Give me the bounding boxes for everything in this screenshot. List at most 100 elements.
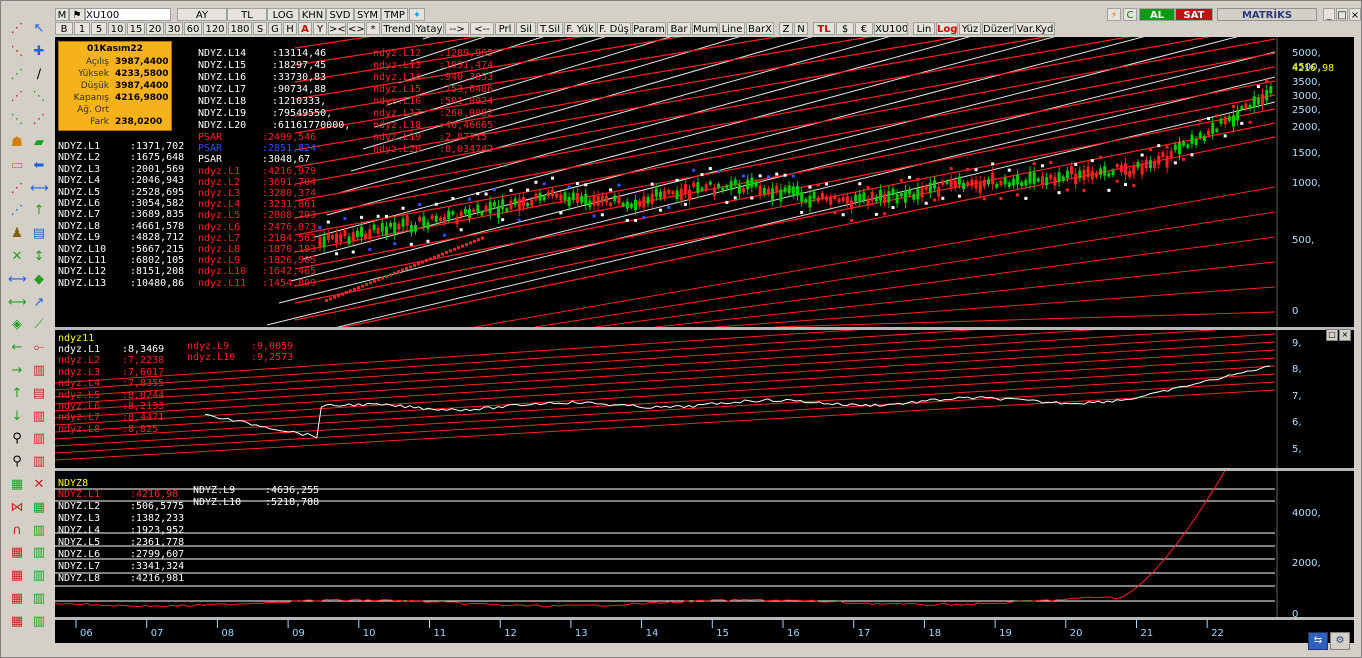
toolbar-btn-13[interactable]: A [298, 22, 312, 35]
drawing-tool-icon-6[interactable]: ⋰ [8, 88, 26, 106]
toolbar-btn-log[interactable]: LOG [267, 8, 299, 21]
drawing-tool-icon-28[interactable]: ← [8, 339, 26, 357]
drawing-tool-icon-3[interactable]: ✚ [30, 43, 48, 61]
toolbar-btn-7[interactable]: 60 [184, 22, 202, 35]
toolbar-btn-1[interactable]: 1 [74, 22, 90, 35]
drawing-tool-icon-18[interactable]: ♟ [8, 225, 26, 243]
drawing-tool-icon-44[interactable]: ∩ [8, 522, 26, 540]
drawing-tool-icon-1[interactable]: ↖ [30, 20, 48, 38]
drawing-tool-icon-17[interactable]: ↑ [30, 202, 48, 220]
toolbar-btn-31[interactable]: BarX [746, 22, 774, 35]
drawing-tool-icon-13[interactable]: ⬅ [30, 157, 48, 175]
settings-icon[interactable]: ⚙ [1330, 632, 1350, 650]
drawing-tool-icon-39[interactable]: ▥ [30, 453, 48, 471]
toolbar-btn-10[interactable]: S [253, 22, 267, 35]
drawing-tool-icon-43[interactable]: ▦ [30, 499, 48, 517]
chart-area[interactable]: 01Kasım22 Açılış 3987,4400 Yüksek 4233,5800… [55, 37, 1354, 643]
drawing-tool-icon-21[interactable]: ↕ [30, 248, 48, 266]
toolbar-btn-5[interactable]: 20 [146, 22, 164, 35]
twitter-icon[interactable]: ✦ [409, 8, 425, 21]
toolbar-btn-25[interactable]: F. Yük [564, 22, 596, 35]
drawing-tool-icon-10[interactable]: ☗ [8, 134, 26, 152]
drawing-tool-icon-51[interactable]: ▥ [30, 590, 48, 608]
drawing-tool-icon-34[interactable]: ↓ [8, 408, 26, 426]
drawing-tool-icon-49[interactable]: ▥ [30, 567, 48, 585]
lightning-icon[interactable]: ⚡ [1107, 8, 1121, 21]
drawing-tool-icon-2[interactable]: ⋱ [8, 43, 26, 61]
drawing-tool-icon-45[interactable]: ▥ [30, 522, 48, 540]
toolbar-btn-4[interactable]: 15 [127, 22, 145, 35]
menu-m-button[interactable]: M [55, 8, 69, 21]
toolbar-btn-35[interactable]: $ [836, 22, 854, 35]
drawing-tool-icon-33[interactable]: ▤ [30, 385, 48, 403]
buy-button[interactable]: AL [1139, 8, 1175, 21]
toolbar-btn-11[interactable]: G [268, 22, 282, 35]
toolbar-btn-20[interactable]: --> [445, 22, 469, 35]
drawing-tool-icon-41[interactable]: ✕ [30, 476, 48, 494]
toolbar-btn-28[interactable]: Bar [667, 22, 691, 35]
toolbar-btn-15[interactable]: >< [328, 22, 346, 35]
drawing-tool-icon-46[interactable]: ▦ [8, 544, 26, 562]
drawing-tool-icon-22[interactable]: ⟷ [8, 271, 27, 289]
toolbar-btn-38[interactable]: Lin [913, 22, 935, 35]
drawing-tool-icon-32[interactable]: ↑ [8, 385, 26, 403]
drawing-tool-icon-20[interactable]: ✕ [8, 248, 26, 266]
drawing-tool-icon-24[interactable]: ⟷ [8, 294, 27, 312]
drawing-tool-icon-30[interactable]: → [8, 362, 26, 380]
toolbar-btn-sym[interactable]: SYM [354, 8, 381, 21]
toolbar-btn-34[interactable]: TL [813, 22, 835, 35]
toolbar-btn-svd[interactable]: SVD [326, 8, 354, 21]
toolbar-btn-tmp[interactable]: TMP [381, 8, 408, 21]
toolbar-btn-12[interactable]: H [283, 22, 297, 35]
drawing-tool-icon-16[interactable]: ⋰ [8, 202, 26, 220]
drawing-tool-icon-14[interactable]: ⋰ [8, 180, 26, 198]
toolbar-btn-27[interactable]: Param [632, 22, 666, 35]
toolbar-btn-6[interactable]: 30 [165, 22, 183, 35]
drawing-tool-icon-11[interactable]: ▰ [30, 134, 48, 152]
toolbar-btn-16[interactable]: <> [347, 22, 365, 35]
toolbar-btn-0[interactable]: B [55, 22, 73, 35]
toolbar-btn-22[interactable]: Prl [495, 22, 515, 35]
toolbar-btn-17[interactable]: * [366, 22, 380, 35]
toolbar-btn-19[interactable]: Yatay [414, 22, 444, 35]
drawing-tool-icon-29[interactable]: ⟜ [30, 339, 48, 357]
minimize-icon[interactable]: _ [1323, 8, 1335, 21]
drawing-tool-icon-38[interactable]: ⚲ [8, 453, 26, 471]
restore-icon[interactable]: □ [1336, 8, 1348, 21]
scroll-icon[interactable]: ⇆ [1308, 632, 1328, 650]
toolbar-btn-21[interactable]: <-- [470, 22, 494, 35]
toolbar-btn-30[interactable]: Line [719, 22, 745, 35]
drawing-tool-icon-8[interactable]: ⋱ [8, 111, 26, 129]
drawing-tool-icon-42[interactable]: ⋈ [8, 499, 26, 517]
drawing-tool-icon-23[interactable]: ◆ [30, 271, 48, 289]
toolbar-btn-ay[interactable]: AY [177, 8, 227, 21]
toolbar-btn-khn[interactable]: KHN [299, 8, 326, 21]
toolbar-btn-9[interactable]: 180 [228, 22, 252, 35]
drawing-tool-icon-4[interactable]: ⋰ [8, 66, 26, 84]
toolbar-btn-tl[interactable]: TL [227, 8, 267, 21]
toolbar-btn-42[interactable]: Var.Kyd [1015, 22, 1055, 35]
toolbar-btn-39[interactable]: Log [936, 22, 958, 35]
toolbar-btn-36[interactable]: € [855, 22, 873, 35]
drawing-tool-icon-5[interactable]: ∕ [30, 66, 48, 84]
close-pane-button[interactable]: × [1339, 329, 1351, 341]
toolbar-btn-41[interactable]: Düzen [982, 22, 1014, 35]
drawing-tool-icon-47[interactable]: ▥ [30, 544, 48, 562]
toolbar-btn-18[interactable]: Trend [381, 22, 413, 35]
drawing-tool-icon-9[interactable]: ⋰ [30, 111, 48, 129]
drawing-tool-icon-12[interactable]: ▭ [8, 157, 26, 175]
toolbar-btn-26[interactable]: F. Düş [597, 22, 631, 35]
drawing-tool-icon-26[interactable]: ◈ [8, 316, 26, 334]
drawing-tool-icon-19[interactable]: ▤ [30, 225, 48, 243]
flag-icon[interactable]: ⚑ [69, 8, 85, 21]
maximize-pane-button[interactable]: □ [1326, 329, 1338, 341]
close-icon[interactable]: × [1349, 8, 1361, 21]
drawing-tool-icon-36[interactable]: ⚲ [8, 430, 26, 448]
drawing-tool-icon-48[interactable]: ▦ [8, 567, 26, 585]
drawing-tool-icon-15[interactable]: ⟷ [30, 180, 49, 198]
toolbar-btn-8[interactable]: 120 [203, 22, 227, 35]
toolbar-btn-23[interactable]: Sil [516, 22, 536, 35]
drawing-tool-icon-52[interactable]: ▦ [8, 613, 26, 631]
toolbar-btn-14[interactable]: Y [313, 22, 327, 35]
drawing-tool-icon-7[interactable]: ⋱ [30, 88, 48, 106]
